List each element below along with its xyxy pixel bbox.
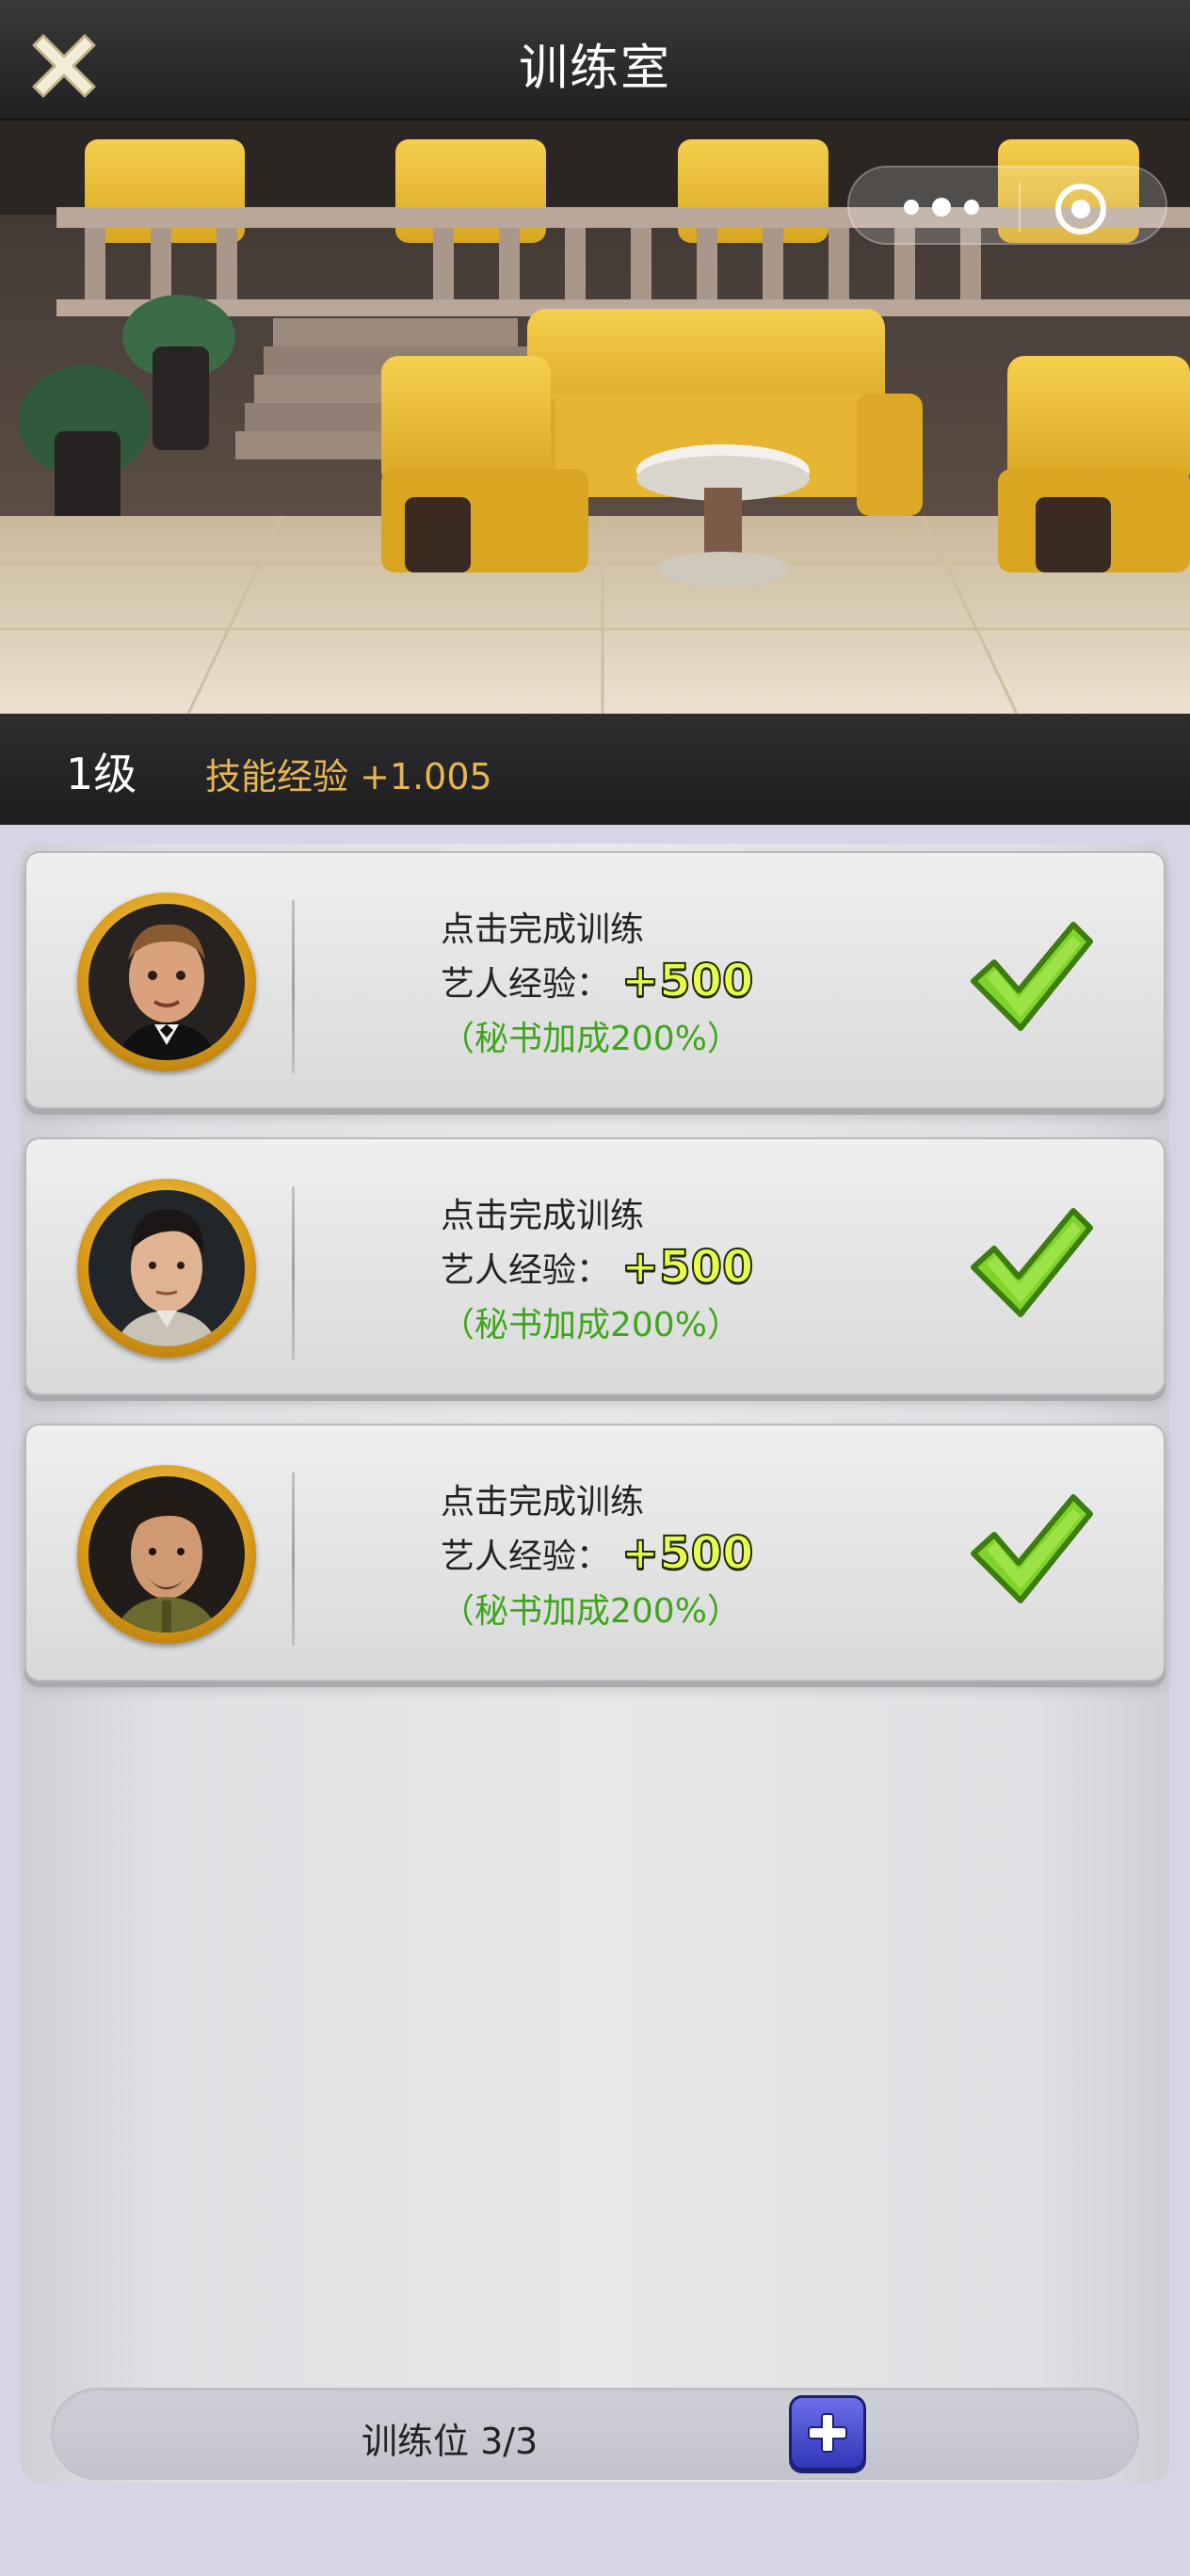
card-info: 点击完成训练 艺人经验： +500 （秘书加成200%）	[441, 1188, 911, 1346]
exp-label: 艺人经验：	[441, 1251, 611, 1290]
secretary-bonus: （秘书加成200%）	[441, 1020, 741, 1058]
secretary-bonus: （秘书加成200%）	[441, 1592, 741, 1631]
actor-avatar	[77, 893, 256, 1071]
checkmark-icon[interactable]	[968, 1488, 1094, 1610]
checkmark-icon[interactable]	[968, 915, 1094, 1038]
training-card[interactable]: 点击完成训练 艺人经验： +500 （秘书加成200%）	[24, 1137, 1166, 1395]
target-circle-icon[interactable]	[1053, 181, 1109, 237]
top-bar: 训练室	[0, 0, 1190, 121]
training-status: 点击完成训练	[441, 1197, 645, 1235]
exp-value: +500	[620, 1526, 754, 1581]
training-slot-bar: 训练位 3/3	[51, 2388, 1139, 2480]
card-info: 点击完成训练 艺人经验： +500 （秘书加成200%）	[441, 1474, 911, 1633]
card-divider	[292, 1186, 295, 1360]
exp-row: 艺人经验： +500	[441, 1525, 911, 1582]
exp-row: 艺人经验： +500	[441, 1239, 911, 1296]
capsule-divider	[1019, 183, 1021, 232]
exp-row: 艺人经验： +500	[441, 953, 911, 1009]
actor-avatar	[77, 1465, 256, 1644]
skill-exp-bonus: 技能经验 +1.005	[205, 756, 492, 797]
page-title: 训练室	[518, 40, 671, 97]
actor-avatar	[77, 1179, 256, 1358]
room-level: 1级	[66, 749, 137, 799]
training-slot-count: 训练位 3/3	[362, 2421, 539, 2462]
more-dots-icon[interactable]	[894, 190, 989, 224]
plus-icon	[808, 2413, 847, 2453]
card-info: 点击完成训练 艺人经验： +500 （秘书加成200%）	[441, 902, 911, 1060]
training-card[interactable]: 点击完成训练 艺人经验： +500 （秘书加成200%）	[24, 1424, 1166, 1682]
card-divider	[292, 900, 295, 1073]
training-card[interactable]: 点击完成训练 艺人经验： +500 （秘书加成200%）	[24, 851, 1166, 1109]
secretary-bonus: （秘书加成200%）	[441, 1306, 741, 1344]
menu-capsule	[847, 166, 1167, 245]
training-status: 点击完成训练	[441, 910, 645, 949]
training-room-banner	[0, 121, 1190, 714]
checkmark-icon[interactable]	[968, 1201, 1094, 1324]
exp-value: +500	[620, 954, 754, 1008]
card-divider	[292, 1473, 295, 1646]
actor-portrait-icon	[88, 904, 245, 1060]
training-panel: 点击完成训练 艺人经验： +500 （秘书加成200%） 点击完成训练 艺人经验…	[21, 844, 1169, 2482]
exp-value: +500	[620, 1240, 754, 1295]
level-bar: 1级 技能经验 +1.005	[0, 714, 1190, 825]
add-slot-button[interactable]	[789, 2395, 866, 2471]
actor-portrait-icon	[88, 1190, 245, 1346]
exp-label: 艺人经验：	[441, 1538, 611, 1576]
actor-portrait-icon	[88, 1476, 245, 1633]
exp-label: 艺人经验：	[441, 965, 611, 1004]
training-status: 点击完成训练	[441, 1483, 645, 1521]
